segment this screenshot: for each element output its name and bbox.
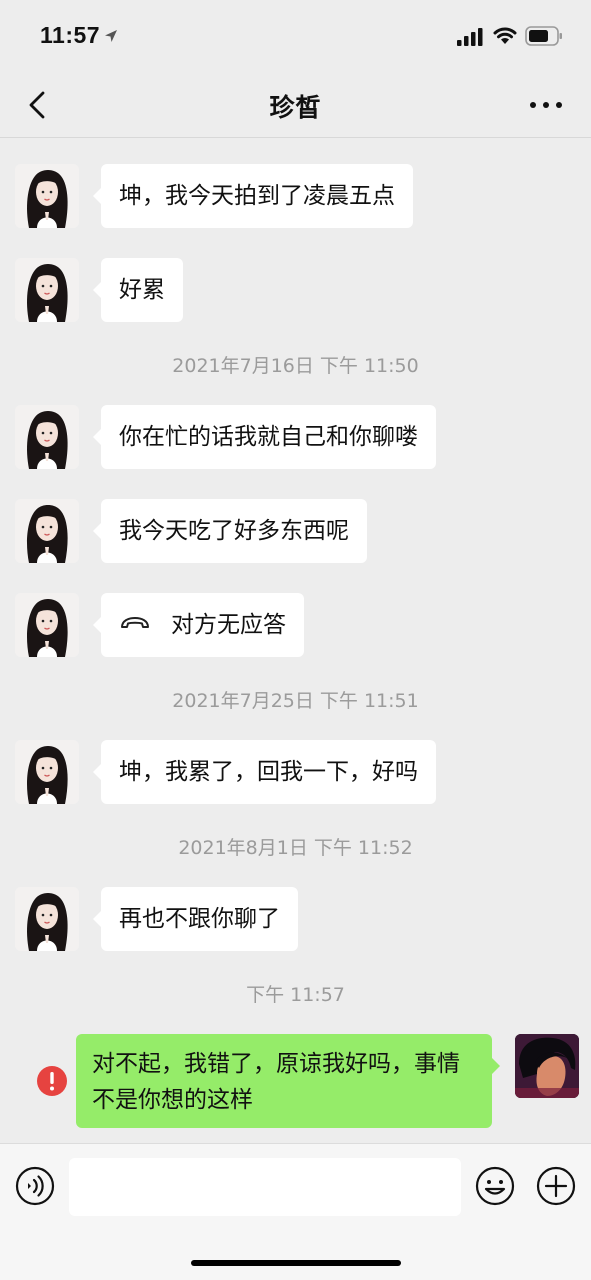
call-status-text: 对方无应答 — [171, 612, 286, 638]
voice-icon[interactable] — [15, 1166, 55, 1206]
timestamp: 2021年7月25日 下午 11:51 — [172, 690, 419, 712]
chat-area[interactable]: 坤，我今天拍到了凌晨五点 好累 2021年7月16日 下午 11:50 你在忙的… — [0, 139, 591, 1143]
my-avatar[interactable] — [515, 1034, 579, 1098]
message-input[interactable] — [69, 1158, 461, 1216]
emoji-icon[interactable] — [475, 1166, 515, 1206]
message-bubble[interactable]: 我今天吃了好多东西呢 — [93, 499, 367, 563]
call-bubble[interactable]: 对方无应答 — [93, 593, 304, 657]
my-message-bubble[interactable]: 对不起，我错了，原谅我好吗，事情不是你想的这样 — [76, 1034, 500, 1128]
timestamp: 2021年8月1日 下午 11:52 — [178, 837, 413, 859]
home-indicator — [191, 1260, 401, 1266]
contact-avatar[interactable] — [15, 593, 79, 657]
message-bubble[interactable]: 坤，我累了，回我一下，好吗 — [93, 740, 436, 804]
input-bar — [0, 1143, 591, 1280]
signal-icon — [457, 28, 483, 46]
contact-avatar[interactable] — [15, 164, 79, 228]
contact-avatar[interactable] — [15, 740, 79, 804]
contact-avatar[interactable] — [15, 405, 79, 469]
error-exclamation-icon[interactable] — [36, 1065, 68, 1097]
battery-icon — [525, 26, 562, 46]
timestamp: 下午 11:57 — [246, 984, 345, 1006]
contact-avatar[interactable] — [15, 887, 79, 951]
message-bubble[interactable]: 再也不跟你聊了 — [93, 887, 298, 951]
contact-avatar[interactable] — [15, 258, 79, 322]
contact-avatar[interactable] — [15, 499, 79, 563]
more-dots-icon[interactable] — [528, 96, 564, 114]
message-bubble[interactable]: 好累 — [93, 258, 183, 322]
location-arrow-icon — [105, 30, 117, 42]
chat-title: 珍皙 — [269, 93, 322, 122]
status-bar: 11:57 — [0, 0, 591, 72]
timestamp: 2021年7月16日 下午 11:50 — [172, 355, 419, 377]
message-bubble[interactable]: 你在忙的话我就自己和你聊喽 — [93, 405, 436, 469]
plus-icon[interactable] — [536, 1166, 576, 1206]
wifi-icon — [493, 27, 517, 44]
nav-bar: 珍皙 — [0, 72, 591, 138]
message-bubble[interactable]: 坤，我今天拍到了凌晨五点 — [93, 164, 413, 228]
status-time: 11:57 — [40, 22, 101, 48]
phone-hangup-icon — [121, 616, 149, 628]
